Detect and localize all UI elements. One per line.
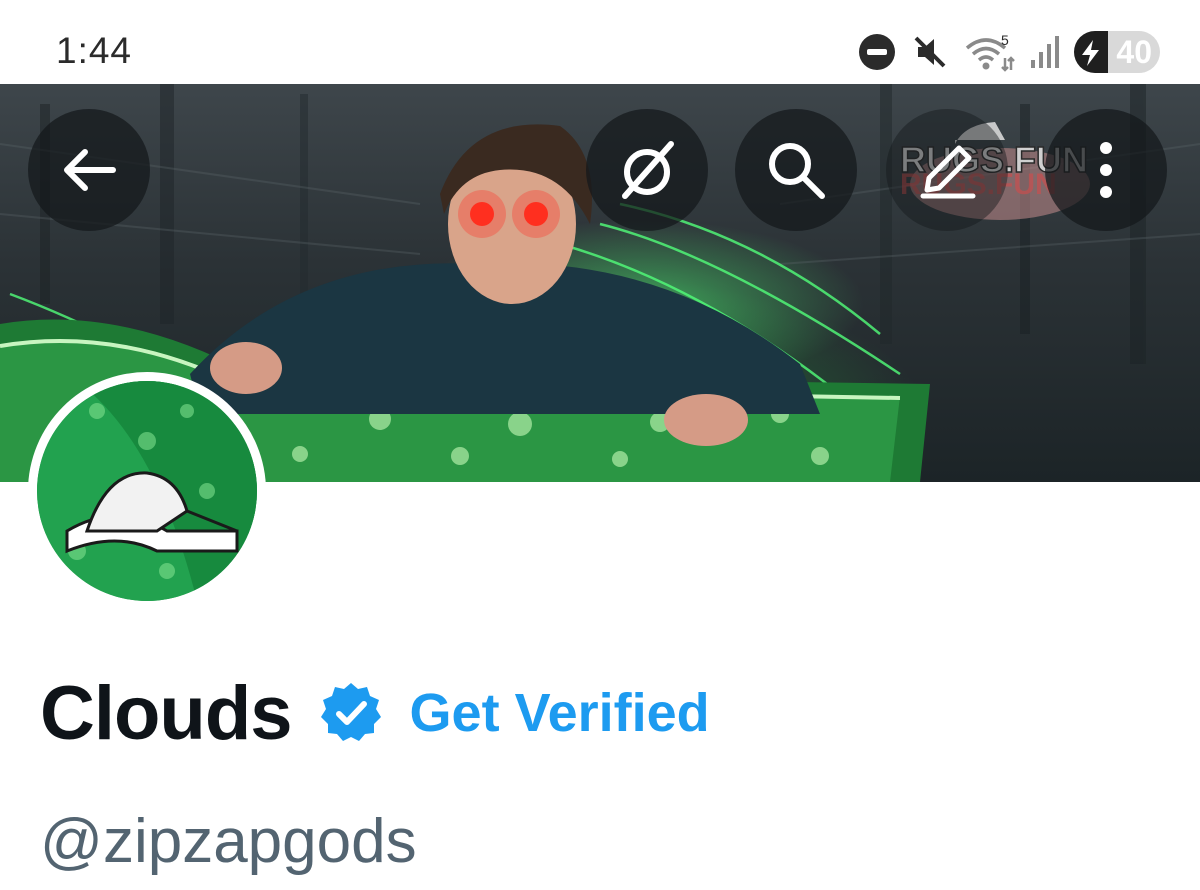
rug-logo-icon bbox=[37, 381, 257, 601]
profile-name-row: Clouds Get Verified bbox=[40, 668, 710, 758]
more-button[interactable] bbox=[1045, 109, 1167, 231]
signal-icon bbox=[1031, 36, 1059, 68]
back-button[interactable] bbox=[28, 109, 150, 231]
display-name: Clouds bbox=[40, 670, 293, 756]
charging-bolt-icon bbox=[1082, 40, 1099, 66]
avatar-image bbox=[37, 381, 257, 601]
svg-text:5: 5 bbox=[1001, 32, 1009, 48]
get-verified-link[interactable]: Get Verified bbox=[410, 682, 710, 744]
search-icon bbox=[769, 143, 825, 199]
arrow-left-icon bbox=[64, 149, 116, 191]
status-icons: 5 40 bbox=[858, 30, 1160, 74]
edit-button[interactable] bbox=[886, 109, 1008, 231]
battery-level: 40 bbox=[1116, 34, 1152, 70]
status-bar: 1:44 5 40 bbox=[0, 0, 1200, 84]
battery-indicator: 40 bbox=[1074, 31, 1160, 73]
status-time: 1:44 bbox=[56, 30, 133, 71]
verified-badge-icon[interactable] bbox=[318, 680, 384, 746]
grok-icon bbox=[622, 141, 674, 199]
do-not-disturb-icon bbox=[859, 34, 895, 70]
mute-icon bbox=[914, 36, 946, 68]
grok-button[interactable] bbox=[586, 109, 708, 231]
profile-avatar[interactable] bbox=[28, 372, 266, 610]
edit-icon bbox=[920, 145, 976, 199]
profile-handle: @zipzapgods bbox=[40, 807, 417, 876]
search-button[interactable] bbox=[735, 109, 857, 231]
wifi-icon: 5 bbox=[965, 32, 1015, 72]
more-vertical-icon bbox=[1100, 142, 1112, 198]
